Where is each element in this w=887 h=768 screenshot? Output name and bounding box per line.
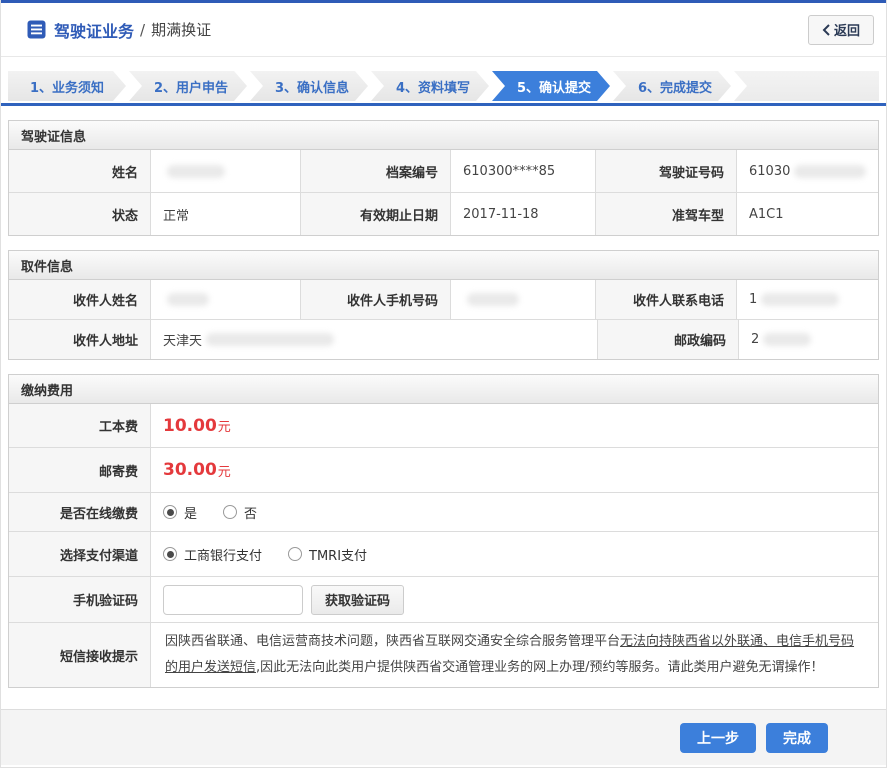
recipient-phone-value: 1 xyxy=(736,280,878,319)
redacted-recipient-phone xyxy=(761,293,840,306)
recipient-mobile-label: 收件人手机号码 xyxy=(300,280,450,319)
sms-notice-text: 因陕西省联通、电信运营商技术问题，陕西省互联网交通安全综合服务管理平台无法向持陕… xyxy=(150,623,878,687)
name-label: 姓名 xyxy=(9,150,150,192)
section-pickup-info: 取件信息 收件人姓名 收件人手机号码 收件人联系电话 1 收件人地址 天津天 邮… xyxy=(8,250,879,360)
step-tab-2[interactable]: 2、用户申告 xyxy=(129,71,247,101)
prev-step-button[interactable]: 上一步 xyxy=(680,722,756,753)
online-pay-option-no[interactable]: 否 xyxy=(223,503,257,522)
file-number-label: 档案编号 xyxy=(300,150,450,192)
step-tab-3[interactable]: 3、确认信息 xyxy=(250,71,368,101)
page: 驾驶证业务 / 期满换证 返回 1、业务须知 2、用户申告 3、确认信息 4、资… xyxy=(0,0,887,768)
production-fee-label: 工本费 xyxy=(9,404,150,447)
redacted-license-number xyxy=(794,164,866,178)
postal-code-label: 邮政编码 xyxy=(597,320,738,359)
page-subtitle: 期满换证 xyxy=(151,21,212,39)
recipient-phone-label: 收件人联系电话 xyxy=(595,280,736,319)
step-tab-4[interactable]: 4、资料填写 xyxy=(371,71,489,101)
step-tab-5-active[interactable]: 5、确认提交 xyxy=(492,71,610,101)
channel-icbc-label: 工商银行支付 xyxy=(184,548,263,564)
pickup-section-title: 取件信息 xyxy=(9,251,878,280)
footer-action-bar: 上一步 完成 xyxy=(1,709,886,765)
license-number-label: 驾驶证号码 xyxy=(595,150,736,192)
radio-selected-icon[interactable] xyxy=(163,505,177,519)
step-bar-filler xyxy=(734,71,879,101)
recipient-name-label: 收件人姓名 xyxy=(9,280,150,319)
redacted-recipient-address xyxy=(206,333,335,346)
vehicle-class-value: A1C1 xyxy=(736,193,878,235)
app-header: 驾驶证业务 / 期满换证 返回 xyxy=(1,3,886,57)
section-payment-fees: 缴纳费用 工本费 10.00元 邮寄费 30.00元 是否在线缴费 是 否 xyxy=(8,374,879,688)
online-pay-option-yes[interactable]: 是 xyxy=(163,503,197,522)
redacted-recipient-mobile xyxy=(467,293,519,306)
payment-section-title: 缴纳费用 xyxy=(9,375,878,404)
online-pay-yes-label: 是 xyxy=(184,506,198,522)
recipient-phone-visible-part: 1 xyxy=(749,292,758,307)
main-content: 驾驶证信息 姓名 档案编号 610300****85 驾驶证号码 61030 状… xyxy=(1,106,886,702)
recipient-mobile-value xyxy=(450,280,595,319)
vehicle-class-label: 准驾车型 xyxy=(595,193,736,235)
notice-part1: 因陕西省联通、电信运营商技术问题，陕西省互联网交通安全综合服务管理平台 xyxy=(165,634,621,649)
recipient-address-visible-part: 天津天 xyxy=(163,334,203,349)
redacted-recipient-name xyxy=(167,293,209,306)
redacted-name xyxy=(167,164,225,178)
license-number-value: 61030 xyxy=(736,150,878,192)
redacted-postal-code xyxy=(763,333,812,346)
recipient-address-label: 收件人地址 xyxy=(9,320,150,359)
page-title: 驾驶证业务 xyxy=(54,21,135,41)
step-progress-bar: 1、业务须知 2、用户申告 3、确认信息 4、资料填写 5、确认提交 6、完成提… xyxy=(8,71,879,101)
status-label: 状态 xyxy=(9,193,150,235)
channel-options: 工商银行支付 TMRI支付 xyxy=(150,532,878,576)
get-code-button[interactable]: 获取验证码 xyxy=(311,584,405,615)
mailing-fee-label: 邮寄费 xyxy=(9,448,150,492)
currency-unit: 元 xyxy=(217,420,231,435)
channel-option-tmri[interactable]: TMRI支付 xyxy=(288,545,367,564)
postal-code-value: 2 xyxy=(738,320,878,359)
sms-notice-label: 短信接收提示 xyxy=(9,623,150,687)
back-button-label: 返回 xyxy=(833,23,860,38)
production-fee-amount: 10.00 xyxy=(163,415,217,436)
step-tab-6[interactable]: 6、完成提交 xyxy=(613,71,731,101)
notice-part2: ,因此无法向此类用户提供陕西省交通管理业务的网上办理/预约等服务。请此类用户避免… xyxy=(256,660,824,675)
finish-button[interactable]: 完成 xyxy=(766,722,828,753)
mailing-fee-value: 30.00 元 xyxy=(150,448,878,492)
breadcrumb-separator: / xyxy=(140,20,146,39)
section-license-info: 驾驶证信息 姓名 档案编号 610300****85 驾驶证号码 61030 状… xyxy=(8,120,879,236)
back-button[interactable]: 返回 xyxy=(807,14,874,45)
radio-selected-icon[interactable] xyxy=(163,547,177,561)
channel-tmri-label: TMRI支付 xyxy=(309,548,368,564)
radio-unselected-icon[interactable] xyxy=(288,547,303,561)
recipient-address-value: 天津天 xyxy=(150,320,597,359)
radio-unselected-icon[interactable] xyxy=(223,505,238,519)
online-pay-options: 是 否 xyxy=(150,493,878,531)
channel-option-icbc[interactable]: 工商银行支付 xyxy=(163,545,262,564)
mailing-fee-amount: 30.00 xyxy=(163,460,217,480)
online-pay-no-label: 否 xyxy=(244,506,258,522)
online-pay-label: 是否在线缴费 xyxy=(9,493,150,531)
postal-code-visible-part: 2 xyxy=(751,332,760,347)
recipient-name-value xyxy=(150,280,300,319)
file-number-value: 610300****85 xyxy=(450,150,595,192)
license-number-visible-part: 61030 xyxy=(749,163,791,179)
form-list-icon xyxy=(27,20,46,39)
valid-until-value: 2017-11-18 xyxy=(450,193,595,235)
sms-code-input[interactable] xyxy=(163,584,303,615)
name-value xyxy=(150,150,300,192)
status-value: 正常 xyxy=(150,193,300,235)
sms-code-row: 获取验证码 xyxy=(150,577,878,622)
step-tab-1[interactable]: 1、业务须知 xyxy=(8,71,126,101)
license-section-title: 驾驶证信息 xyxy=(9,121,878,150)
chevron-left-icon xyxy=(822,23,830,36)
currency-unit: 元 xyxy=(217,464,231,480)
sms-code-label: 手机验证码 xyxy=(9,577,150,622)
channel-label: 选择支付渠道 xyxy=(9,532,150,576)
production-fee-value: 10.00 元 xyxy=(150,404,878,447)
valid-until-label: 有效期止日期 xyxy=(300,193,450,235)
